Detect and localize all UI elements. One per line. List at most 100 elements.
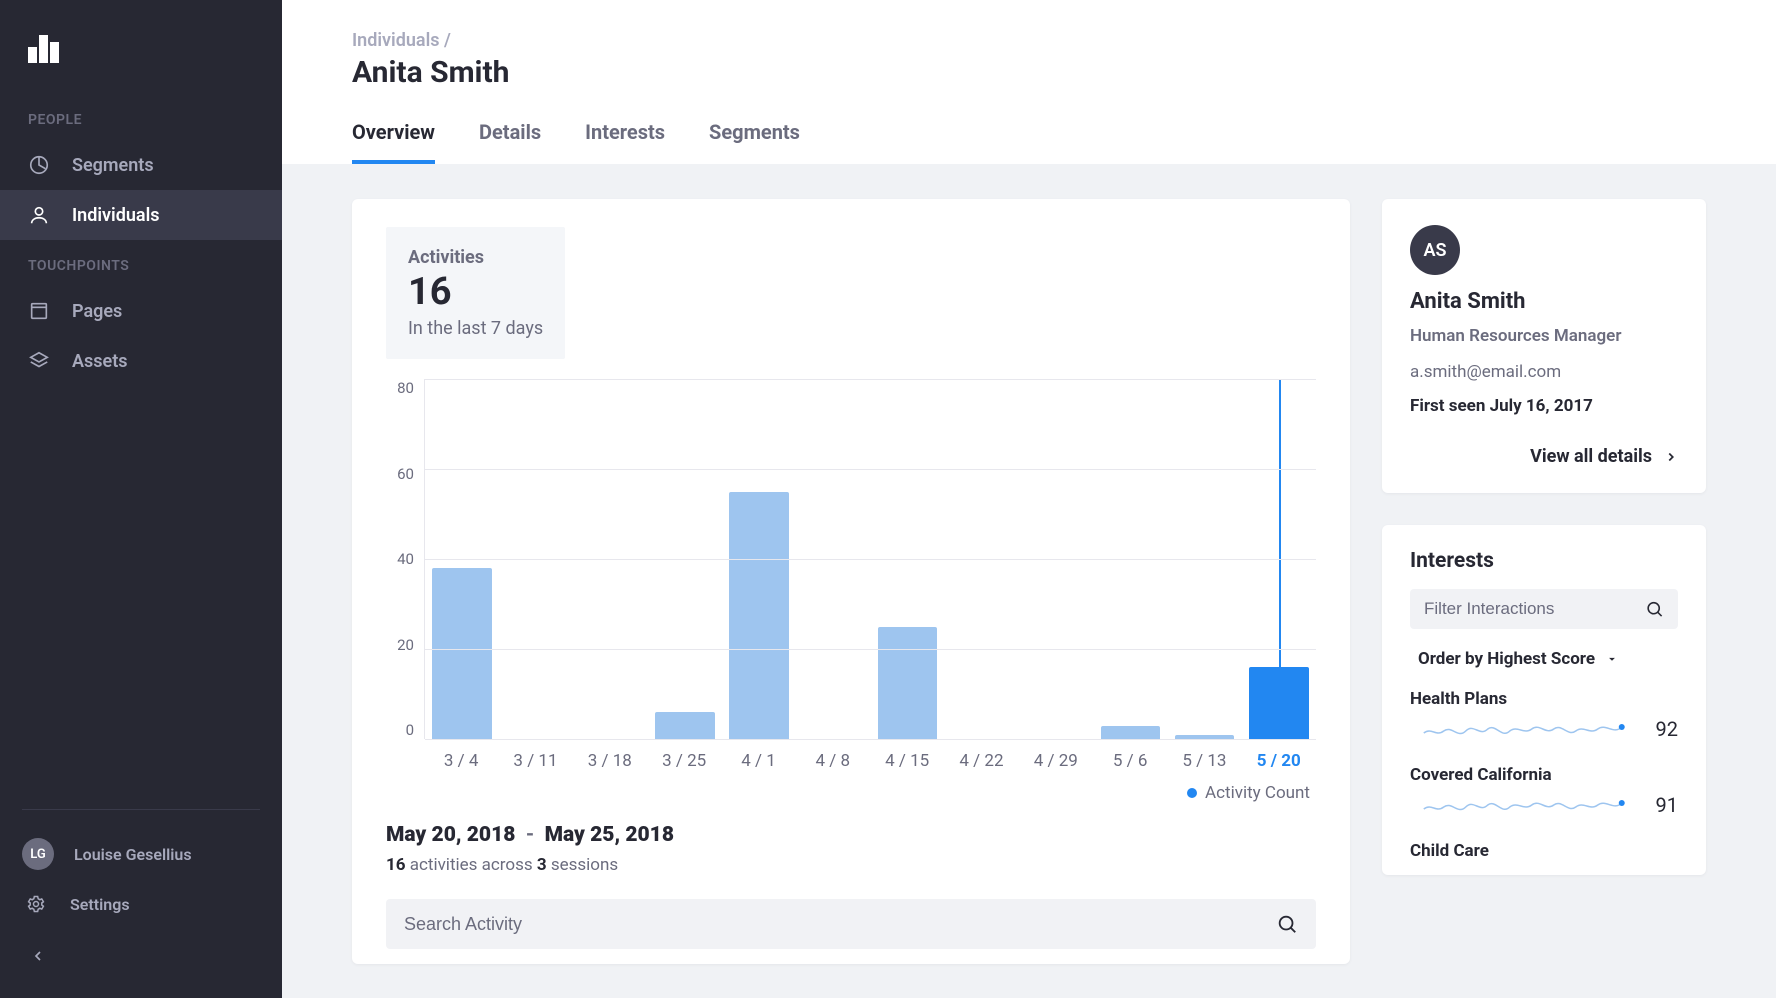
profile-name: Anita Smith (1410, 289, 1678, 314)
tab-overview[interactable]: Overview (352, 120, 435, 164)
interests-title: Interests (1410, 549, 1678, 573)
search-icon (1645, 599, 1664, 619)
bars-logo-icon (24, 27, 64, 67)
filter-interactions[interactable] (1410, 589, 1678, 629)
view-all-details[interactable]: View all details (1410, 446, 1678, 467)
sparkline-icon (1410, 713, 1638, 745)
metric-box: Activities 16 In the last 7 days (386, 227, 565, 359)
interest-item[interactable]: Covered California 91 (1410, 765, 1678, 821)
chart-y-tick: 0 (406, 721, 414, 739)
chart-x-label: 3 / 18 (573, 751, 647, 771)
search-activity-input[interactable] (404, 914, 1276, 935)
chart-bar (655, 712, 714, 739)
sidebar-user-name: Louise Gesellius (74, 845, 192, 864)
activity-chart: 80 60 40 20 0 3 / 43 / 113 / 183 / 254 / 14 … (386, 379, 1316, 803)
profile-email: a.smith@email.com (1410, 362, 1678, 382)
date-range-end: May 25, 2018 (545, 823, 674, 847)
date-range-start: May 20, 2018 (386, 823, 515, 847)
layers-icon (28, 350, 50, 372)
view-all-label: View all details (1530, 446, 1652, 467)
gear-icon (26, 894, 46, 914)
sort-dropdown[interactable]: Order by Highest Score (1410, 649, 1678, 669)
caret-down-icon (1605, 652, 1619, 666)
interest-name: Child Care (1410, 841, 1678, 861)
sidebar-item-settings[interactable]: Settings (0, 880, 282, 928)
chart-y-tick: 20 (397, 636, 414, 654)
filter-interactions-input[interactable] (1424, 599, 1645, 619)
activity-summary-mid: activities across (406, 855, 537, 875)
date-range: May 20, 2018 - May 25, 2018 (386, 823, 1316, 847)
chart-bar (878, 627, 937, 740)
tab-interests[interactable]: Interests (585, 120, 665, 164)
interest-item[interactable]: Health Plans92 (1410, 689, 1678, 745)
sidebar-item-label: Assets (72, 351, 128, 372)
metric-sub: In the last 7 days (408, 318, 543, 339)
chart-legend: Activity Count (386, 783, 1310, 803)
chart-bar (1101, 726, 1160, 740)
sidebar-item-individuals[interactable]: Individuals (0, 190, 282, 240)
chart-y-tick: 40 (397, 550, 414, 568)
interest-name: Covered California (1410, 765, 1678, 785)
tabs: Overview Details Interests Segments (352, 120, 1706, 164)
sidebar: PEOPLE Segments Individuals TOUCHPOINTS … (0, 0, 282, 998)
profile-role: Human Resources Manager (1410, 326, 1678, 346)
chart-y-tick: 80 (397, 379, 414, 397)
pie-icon (28, 154, 50, 176)
chart-x-label: 5 / 20 (1242, 751, 1316, 771)
avatar: LG (22, 838, 54, 870)
sidebar-collapse[interactable] (0, 928, 282, 998)
profile-first-seen: First seen July 16, 2017 (1410, 396, 1678, 416)
chart-y-tick: 60 (397, 465, 414, 483)
chart-y-axis: 80 60 40 20 0 (380, 379, 414, 739)
main: Individuals / Anita Smith Overview Detai… (282, 0, 1776, 998)
tab-segments[interactable]: Segments (709, 120, 800, 164)
right-column: AS Anita Smith Human Resources Manager a… (1382, 199, 1706, 964)
interest-score: 91 (1656, 793, 1678, 817)
content: Activities 16 In the last 7 days 80 60 40 2… (282, 165, 1776, 998)
chart-x-label: 4 / 1 (721, 751, 795, 771)
app-logo[interactable] (0, 0, 282, 94)
chart-x-label: 4 / 15 (870, 751, 944, 771)
chart-x-label: 5 / 13 (1167, 751, 1241, 771)
sidebar-item-label: Individuals (72, 205, 160, 226)
sidebar-section-touchpoints: TOUCHPOINTS (0, 240, 282, 286)
search-activity[interactable] (386, 899, 1316, 949)
tab-details[interactable]: Details (479, 120, 541, 164)
session-count: 3 (537, 855, 547, 875)
chevron-right-icon (1664, 450, 1678, 464)
sidebar-section-people: PEOPLE (0, 94, 282, 140)
activity-card: Activities 16 In the last 7 days 80 60 40 2… (352, 199, 1350, 964)
legend-dot-icon (1187, 788, 1197, 798)
interests-card: Interests Order by Highest Score Health (1382, 525, 1706, 875)
page-title: Anita Smith (352, 55, 1706, 90)
activity-summary: 16 activities across 3 sessions (386, 855, 1316, 875)
sidebar-item-segments[interactable]: Segments (0, 140, 282, 190)
chart-x-axis: 3 / 43 / 113 / 183 / 254 / 14 / 84 / 154… (424, 751, 1316, 771)
breadcrumb[interactable]: Individuals / (352, 30, 1706, 51)
interest-score: 92 (1656, 717, 1678, 741)
chart-x-label: 5 / 6 (1093, 751, 1167, 771)
chart-bar (432, 568, 491, 739)
sidebar-item-pages[interactable]: Pages (0, 286, 282, 336)
sparkline-icon (1410, 789, 1638, 821)
chart-x-label: 4 / 8 (796, 751, 870, 771)
person-icon (28, 204, 50, 226)
activity-count: 16 (386, 855, 406, 875)
profile-card: AS Anita Smith Human Resources Manager a… (1382, 199, 1706, 493)
sidebar-item-label: Segments (72, 155, 154, 176)
sidebar-item-label: Pages (72, 301, 122, 322)
chart-x-label: 4 / 29 (1019, 751, 1093, 771)
chart-x-label: 3 / 11 (498, 751, 572, 771)
avatar: AS (1410, 225, 1460, 275)
page-icon (28, 300, 50, 322)
chart-x-label: 3 / 4 (424, 751, 498, 771)
chart-plot[interactable] (424, 379, 1316, 739)
interest-item[interactable]: Child Care (1410, 841, 1678, 861)
sidebar-user[interactable]: LG Louise Gesellius (0, 828, 282, 880)
search-icon (1276, 913, 1298, 935)
chevron-left-icon (30, 948, 46, 964)
metric-label: Activities (408, 247, 543, 268)
sort-label: Order by Highest Score (1418, 649, 1595, 669)
sidebar-item-assets[interactable]: Assets (0, 336, 282, 386)
activity-summary-tail: sessions (547, 855, 619, 875)
